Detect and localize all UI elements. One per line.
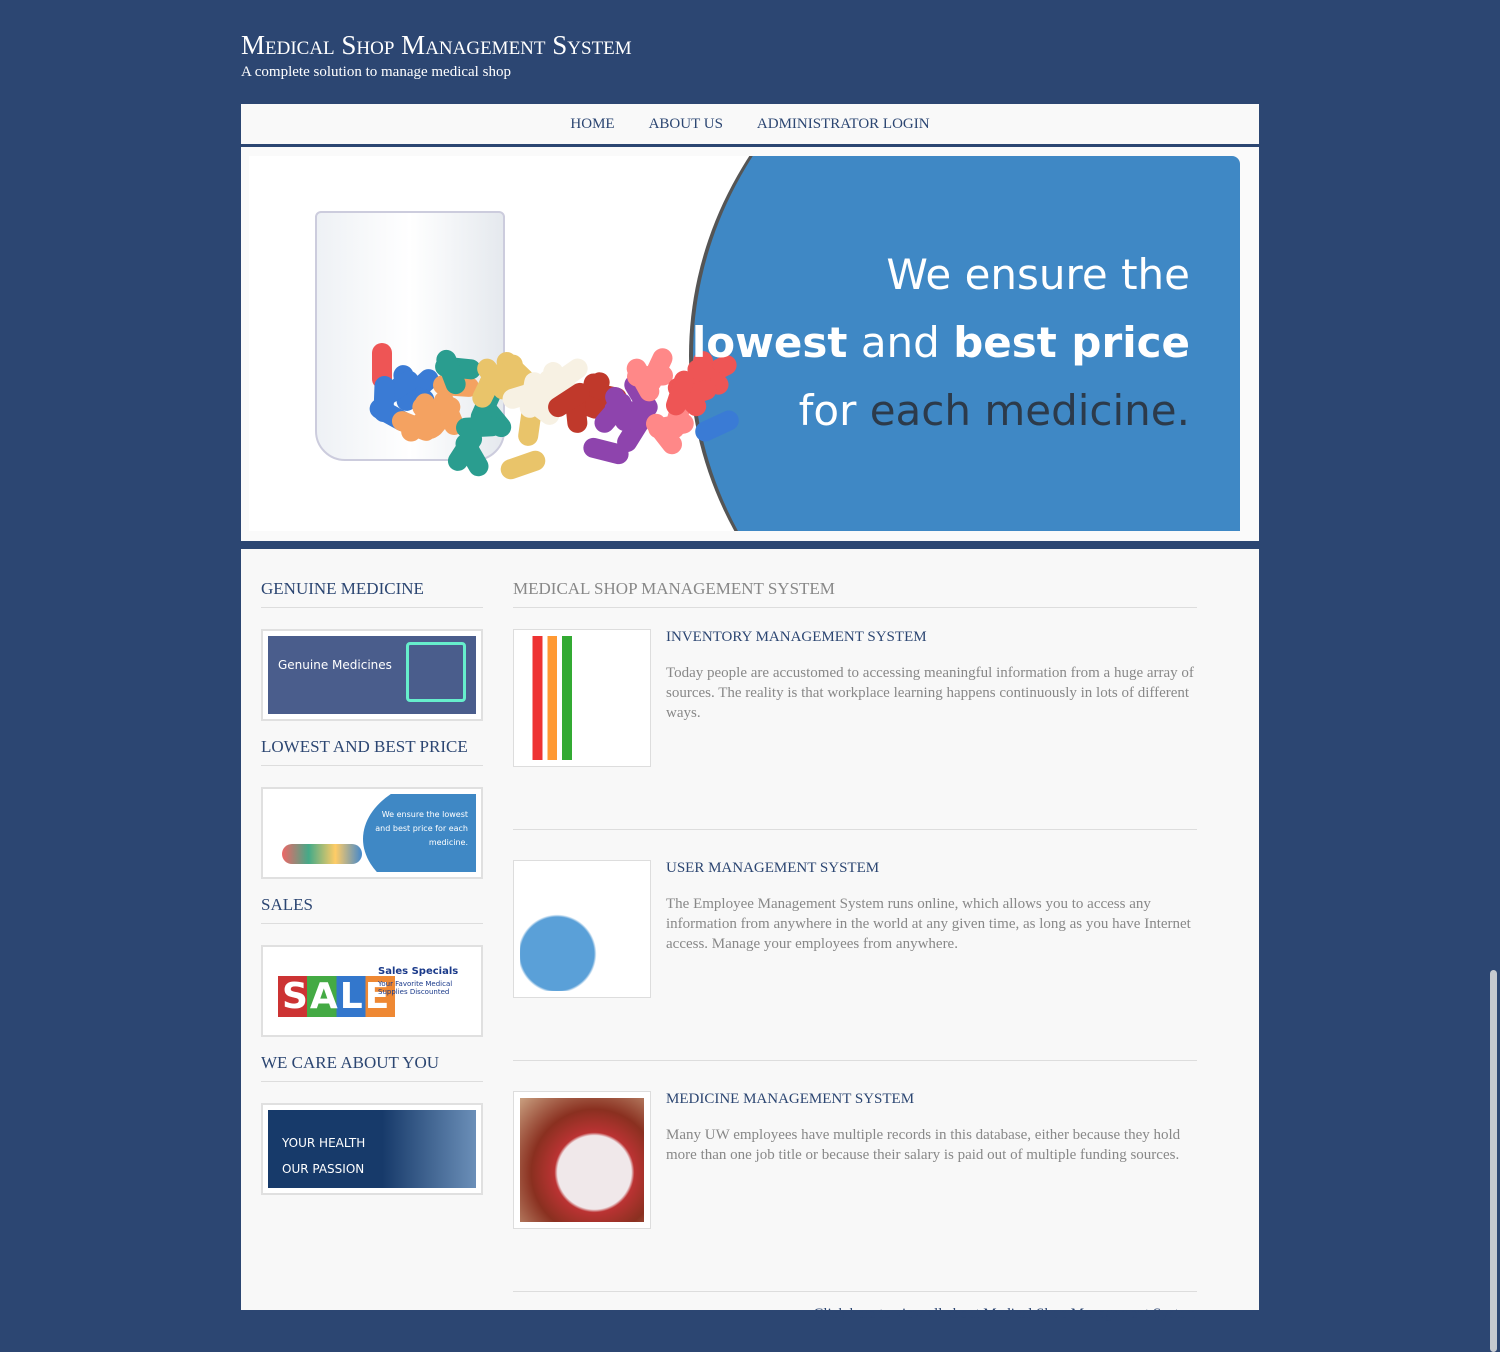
hero-banner-image: We ensure the lowest and best price for …	[249, 156, 1240, 531]
best-price-image[interactable]: We ensure the lowest and best price for …	[261, 787, 483, 879]
main-section: MEDICAL SHOP MANAGEMENT SYSTEM INVENTORY…	[513, 579, 1197, 1323]
sidebar-heading: LOWEST AND BEST PRICE	[261, 737, 483, 766]
feature-title: INVENTORY MANAGEMENT SYSTEM	[666, 629, 927, 645]
content: GENUINE MEDICINE Genuine Medicines LOWES…	[241, 545, 1259, 1322]
sales-image[interactable]: SALE Sales Specials Your Favorite Medical …	[261, 945, 483, 1037]
feature-text: The Employee Management System runs onli…	[666, 896, 1191, 952]
feature-item: INVENTORY MANAGEMENT SYSTEM Today people…	[513, 629, 1197, 830]
nav-admin-login[interactable]: ADMINISTRATOR LOGIN	[757, 116, 930, 133]
user-management-image	[513, 860, 651, 998]
nav-about-us[interactable]: ABOUT US	[649, 116, 723, 133]
feature-text: Many UW employees have multiple records …	[666, 1127, 1181, 1163]
main-heading: MEDICAL SHOP MANAGEMENT SYSTEM	[513, 579, 1197, 608]
nav-home[interactable]: HOME	[570, 116, 614, 133]
sidebar-heading: WE CARE ABOUT YOU	[261, 1053, 483, 1082]
feature-title: USER MANAGEMENT SYSTEM	[666, 860, 880, 876]
scrollbar[interactable]	[1490, 970, 1497, 1352]
main-nav: HOME ABOUT US ADMINISTRATOR LOGIN	[241, 104, 1259, 147]
genuine-medicine-image[interactable]: Genuine Medicines	[261, 629, 483, 721]
hero: We ensure the lowest and best price for …	[241, 147, 1259, 541]
feature-item: MEDICINE MANAGEMENT SYSTEM Many UW emplo…	[513, 1091, 1197, 1292]
pill	[373, 375, 395, 423]
site-subtitle: A complete solution to manage medical sh…	[241, 64, 511, 80]
feature-title: MEDICINE MANAGEMENT SYSTEM	[666, 1091, 915, 1107]
medicine-image	[513, 1091, 651, 1229]
sidebar: GENUINE MEDICINE Genuine Medicines LOWES…	[261, 579, 483, 1211]
feature-item: USER MANAGEMENT SYSTEM The Employee Mana…	[513, 860, 1197, 1061]
sidebar-heading: GENUINE MEDICINE	[261, 579, 483, 608]
view-all-link[interactable]: Click here to view all about Medical Sho…	[513, 1306, 1197, 1323]
site-title: Medical Shop Management System	[241, 30, 632, 60]
sidebar-heading: SALES	[261, 895, 483, 924]
pill	[497, 447, 549, 482]
pills-icon	[339, 343, 743, 482]
we-care-image[interactable]: YOUR HEALTH OUR PASSION	[261, 1103, 483, 1195]
feature-text: Today people are accustomed to accessing…	[666, 665, 1194, 721]
inventory-image	[513, 629, 651, 767]
banner-text: We ensure the lowest and best price for …	[691, 250, 1190, 435]
